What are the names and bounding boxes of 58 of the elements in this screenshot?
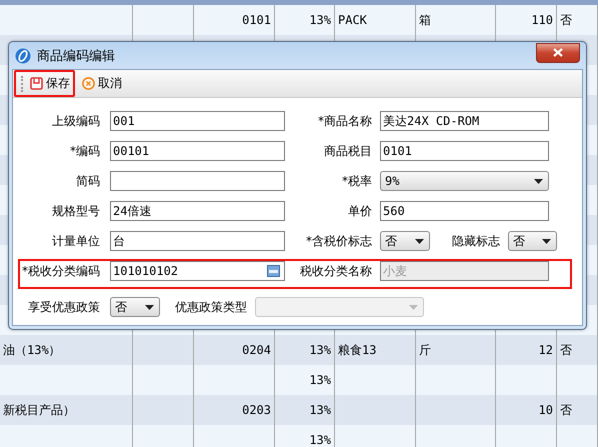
field-label: 优惠政策类型 (174, 299, 248, 316)
cancel-button[interactable]: 取消 (77, 70, 127, 97)
table-cell: 粮食13 (338, 342, 376, 358)
table-cell: 否 (560, 402, 572, 418)
save-button[interactable]: 保存 (14, 70, 75, 97)
text-field[interactable]: 00101 (110, 141, 285, 161)
field-label: 简码 (75, 173, 101, 190)
field-label: 商品税目 (323, 143, 373, 160)
grip-icon (21, 76, 25, 92)
dropdown[interactable]: 否 (110, 297, 160, 317)
cancel-icon (82, 77, 95, 90)
app-logo-icon (15, 48, 31, 64)
table-cell: 否 (560, 12, 572, 28)
text-field[interactable]: 美达24X CD-ROM (380, 111, 549, 131)
field-label: *含税价标志 (305, 233, 373, 250)
table-cell: 13% (309, 433, 331, 447)
table-cell: 油（13%） (3, 342, 61, 358)
dropdown[interactable]: 否 (380, 231, 430, 251)
field-label: 税收分类名称 (299, 263, 373, 280)
field-label: 上级编码 (51, 113, 101, 130)
table-cell: 13% (309, 373, 331, 387)
table-cell: 斤 (419, 342, 431, 358)
text-field[interactable] (110, 171, 285, 191)
picker-icon[interactable] (267, 265, 280, 277)
text-field[interactable]: 24倍速 (110, 201, 285, 221)
table-cell: 新税目产品） (3, 402, 75, 418)
field-label: 规格型号 (51, 203, 101, 220)
save-icon (30, 77, 43, 90)
table-cell: 110 (531, 13, 553, 27)
table-cell: 13% (309, 13, 331, 27)
close-button[interactable] (536, 42, 580, 62)
text-field[interactable]: 0101 (380, 141, 549, 161)
text-field[interactable]: 560 (380, 201, 549, 221)
field-label: 计量单位 (51, 233, 101, 250)
close-icon (553, 48, 563, 57)
field-label: *税收分类编码 (21, 263, 101, 280)
table-cell: 12 (538, 343, 553, 357)
dropdown[interactable]: 否 (508, 231, 557, 251)
table-cell: 13% (309, 343, 331, 357)
table-cell: 0101 (242, 13, 271, 27)
code-field[interactable]: 101010102 (110, 261, 285, 281)
field-label: 单价 (347, 203, 373, 220)
text-field[interactable]: 001 (110, 111, 285, 131)
table-cell: 0203 (242, 403, 271, 417)
table-cell: 10 (538, 403, 553, 417)
field-label: *编码 (69, 143, 101, 160)
window-title: 商品编码编辑 (37, 48, 116, 64)
field-label: *税率 (341, 173, 373, 190)
field-label: *商品名称 (317, 113, 373, 130)
table-cell: 箱 (419, 12, 431, 28)
dropdown[interactable]: 9% (380, 171, 549, 191)
field-label: 隐藏标志 (451, 233, 501, 250)
table-cell: PACK (338, 13, 367, 27)
text-field[interactable]: 台 (110, 231, 285, 251)
field-label: 享受优惠政策 (27, 299, 101, 316)
table-cell: 否 (560, 342, 572, 358)
table-cell: 0204 (242, 343, 271, 357)
table-cell: 13% (309, 403, 331, 417)
